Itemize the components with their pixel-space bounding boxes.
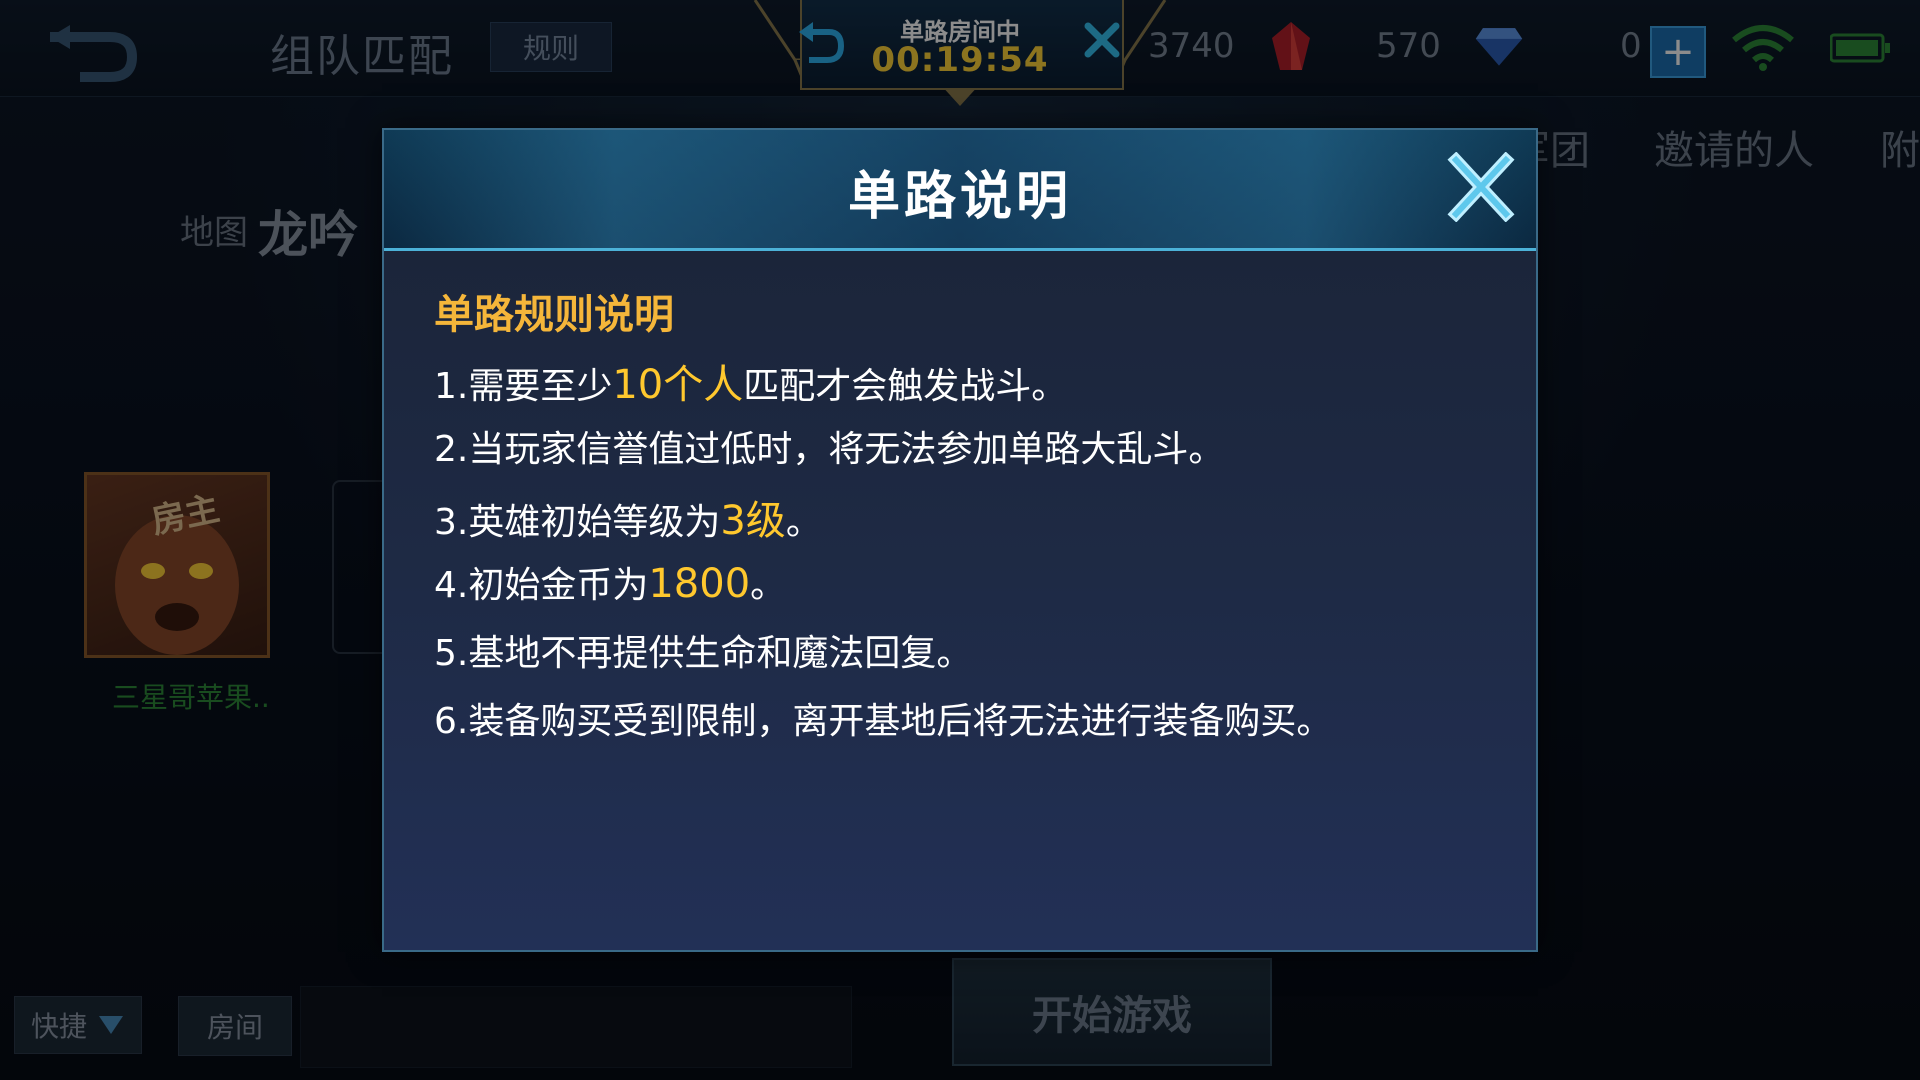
rule-item-2: 2.当玩家信誉值过低时，将无法参加单路大乱斗。 bbox=[434, 429, 1225, 470]
close-icon[interactable] bbox=[1446, 152, 1516, 222]
rule-item-3: 3.英雄初始等级为3级。 bbox=[434, 498, 822, 544]
rule-item-6: 6.装备购买受到限制，离开基地后将无法进行装备购买。 bbox=[434, 701, 1333, 742]
rule-item-5: 5.基地不再提供生命和魔法回复。 bbox=[434, 633, 973, 674]
dialog-title: 单路说明 bbox=[847, 167, 1072, 227]
section-heading: 单路规则说明 bbox=[434, 292, 674, 338]
rule-item-1: 1.需要至少10个人匹配才会触发战斗。 bbox=[434, 362, 1068, 408]
rule-item-4: 4.初始金币为1800。 bbox=[434, 561, 787, 607]
rules-dialog: 单路说明 单路规则说明 1.需要至少10个人匹配才会触发战斗。 2.当玩家信誉值… bbox=[382, 128, 1538, 952]
dialog-header: 单路说明 bbox=[384, 130, 1536, 251]
